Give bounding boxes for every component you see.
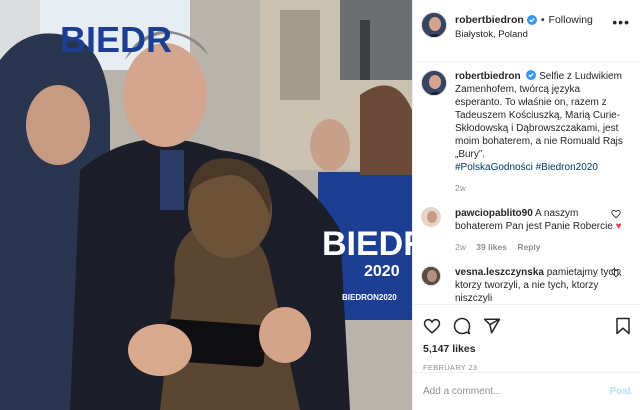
header-username[interactable]: robertbiedron [455, 14, 524, 26]
red-heart-emoji-icon: ♥ [615, 221, 622, 232]
comment-text-block: vesna.leszczynska pamietajmy tych, ktorz… [455, 266, 623, 304]
like-heart-icon[interactable] [423, 317, 441, 335]
caption-hashtags[interactable]: #PolskaGodności #Biedron2020 [455, 161, 623, 174]
more-options-icon[interactable]: ••• [612, 14, 630, 30]
avatar-image [422, 13, 446, 37]
instagram-post: BIEDR BIEDR 2020 BIEDRON2020 robertbiedr… [0, 0, 640, 410]
action-icons [423, 315, 631, 337]
following-button[interactable]: Following [549, 14, 593, 26]
comment-likes[interactable]: 39 likes [476, 242, 507, 252]
caption-time[interactable]: 2w [455, 183, 466, 193]
campaign-banners: BIEDR BIEDR 2020 BIEDRON2020 [60, 19, 412, 302]
follow-separator: • [540, 14, 545, 26]
verified-badge-icon [526, 15, 537, 25]
banner-small-text: BIEDRON2020 [342, 293, 397, 302]
caption-avatar-image [422, 71, 446, 95]
comment-username[interactable]: pawciopablito90 [455, 208, 533, 219]
avatar[interactable] [421, 12, 447, 38]
top-banner-text: BIEDR [60, 19, 172, 60]
post-photo[interactable]: BIEDR BIEDR 2020 BIEDRON2020 [0, 0, 412, 410]
comment-avatar-image [422, 267, 440, 285]
comment-avatar-image [422, 208, 440, 226]
post-header: robertbiedron • Following Białystok, Pol… [413, 0, 640, 62]
comment-meta: 2w 39 likes Reply [455, 241, 623, 254]
caption-text-block: robertbiedron Selfie z Ludwikiem Zamenho… [455, 70, 623, 195]
comment-time[interactable]: 2w [455, 242, 466, 252]
comment-like-icon[interactable] [611, 209, 621, 219]
bookmark-save-icon[interactable] [615, 317, 631, 335]
comment-avatar[interactable] [421, 266, 441, 286]
post-actions: 5,147 likes FEBRUARY 23 [413, 304, 640, 372]
caption-text: Selfie z Ludwikiem Zamenhofem, twórcą ję… [455, 71, 623, 160]
caption-avatar[interactable] [421, 70, 447, 96]
banner-year: 2020 [364, 263, 400, 280]
add-comment-bar: Post [413, 372, 640, 410]
comment-text-block: pawciopablito90 A naszym bohaterem Pan j… [455, 207, 623, 254]
comment-like-icon[interactable] [611, 268, 621, 278]
post-date[interactable]: FEBRUARY 23 [423, 363, 631, 372]
likes-count[interactable]: 5,147 likes [423, 343, 631, 355]
post-sidebar: robertbiedron • Following Białystok, Pol… [412, 0, 640, 410]
banner-text: BIEDR [322, 225, 412, 263]
header-text: robertbiedron • Following Białystok, Pol… [455, 14, 593, 40]
share-paper-plane-icon[interactable] [483, 317, 501, 335]
caption-verified-badge-icon [526, 70, 537, 80]
add-comment-input[interactable] [423, 386, 610, 397]
comment-item: pawciopablito90 A naszym bohaterem Pan j… [421, 207, 631, 254]
comment-username[interactable]: vesna.leszczynska [455, 267, 544, 278]
comment-item: vesna.leszczynska pamietajmy tych, ktorz… [421, 266, 631, 304]
caption-meta: 2w [455, 182, 623, 195]
header-user-row: robertbiedron • Following [455, 14, 593, 26]
comment-bubble-icon[interactable] [453, 317, 471, 335]
caption-username[interactable]: robertbiedron [455, 71, 521, 82]
comment-avatar[interactable] [421, 207, 441, 227]
post-comment-button[interactable]: Post [609, 386, 631, 397]
caption: robertbiedron Selfie z Ludwikiem Zamenho… [421, 70, 631, 195]
comment-reply-button[interactable]: Reply [517, 242, 540, 252]
location-link[interactable]: Białystok, Poland [455, 29, 593, 40]
comments-section: robertbiedron Selfie z Ludwikiem Zamenho… [413, 62, 640, 304]
